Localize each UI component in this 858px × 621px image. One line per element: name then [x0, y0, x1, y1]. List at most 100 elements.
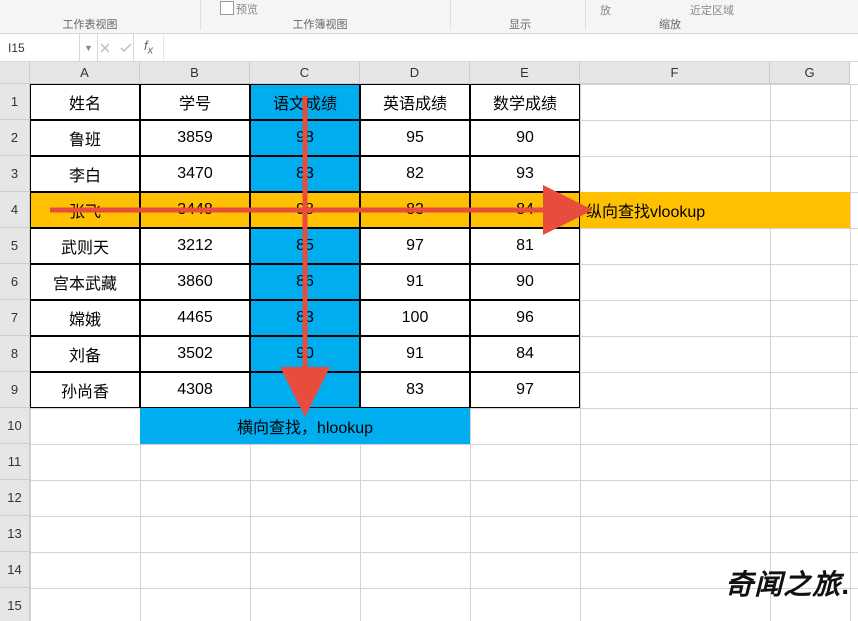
- ribbon-separator: [450, 0, 451, 30]
- name-box[interactable]: I15: [0, 34, 80, 61]
- fx-icon: fx: [144, 38, 153, 57]
- row-header[interactable]: 12: [0, 480, 30, 516]
- row-header[interactable]: 3: [0, 156, 30, 192]
- name-box-dropdown[interactable]: ▼: [80, 34, 98, 61]
- formula-bar: I15 ▼ fx: [0, 34, 858, 62]
- cell[interactable]: 语文成绩: [250, 84, 360, 120]
- cell[interactable]: 数学成绩: [470, 84, 580, 120]
- column-header[interactable]: A: [30, 62, 140, 84]
- cell[interactable]: 86: [250, 264, 360, 300]
- cell[interactable]: 83: [360, 372, 470, 408]
- column-header[interactable]: F: [580, 62, 770, 84]
- select-all-corner[interactable]: [0, 62, 30, 84]
- cell[interactable]: 横向查找，hlookup: [140, 408, 470, 444]
- column-headers: A B C D E F G: [0, 62, 858, 84]
- preview-icon: [220, 1, 234, 15]
- cell[interactable]: 98: [250, 192, 360, 228]
- cell[interactable]: 孙尚香: [30, 372, 140, 408]
- cell[interactable]: 姓名: [30, 84, 140, 120]
- check-icon[interactable]: [120, 43, 132, 53]
- cell[interactable]: 95: [360, 120, 470, 156]
- cell[interactable]: 81: [470, 228, 580, 264]
- ribbon-group-label: 工作簿视图: [293, 16, 348, 32]
- cell[interactable]: 李白: [30, 156, 140, 192]
- watermark: 奇闻之旅.: [725, 563, 850, 603]
- cell[interactable]: 张飞: [30, 192, 140, 228]
- ribbon-group-worksheet-view: 工作表视图: [20, 0, 160, 34]
- cell[interactable]: 83: [360, 192, 470, 228]
- cell[interactable]: 嫦娥: [30, 300, 140, 336]
- cell[interactable]: 83: [250, 156, 360, 192]
- ribbon-group-display: 显示: [470, 0, 570, 34]
- watermark-text: 奇闻之旅: [725, 569, 841, 600]
- cell[interactable]: 3860: [140, 264, 250, 300]
- cell[interactable]: 英语成绩: [360, 84, 470, 120]
- cell[interactable]: 93: [470, 156, 580, 192]
- cell[interactable]: 4465: [140, 300, 250, 336]
- ribbon-separator: [585, 0, 586, 30]
- cell[interactable]: 97: [360, 228, 470, 264]
- cell[interactable]: 96: [470, 300, 580, 336]
- chevron-down-icon: ▼: [84, 43, 93, 53]
- row-header[interactable]: 15: [0, 588, 30, 621]
- cell[interactable]: 84: [470, 192, 580, 228]
- row-header[interactable]: 5: [0, 228, 30, 264]
- cell[interactable]: 98: [250, 120, 360, 156]
- cell[interactable]: 91: [360, 336, 470, 372]
- ribbon-group-label: 缩放: [659, 16, 681, 32]
- cell[interactable]: 3859: [140, 120, 250, 156]
- cell[interactable]: 83: [250, 300, 360, 336]
- cell[interactable]: 90: [470, 264, 580, 300]
- cell[interactable]: 100: [360, 300, 470, 336]
- cell[interactable]: 刘备: [30, 336, 140, 372]
- cell[interactable]: 鲁班: [30, 120, 140, 156]
- row-header[interactable]: 4: [0, 192, 30, 228]
- column-header[interactable]: B: [140, 62, 250, 84]
- formula-action-buttons: [98, 34, 134, 61]
- formula-input[interactable]: [164, 34, 858, 61]
- row-header[interactable]: 6: [0, 264, 30, 300]
- row-header[interactable]: 14: [0, 552, 30, 588]
- cell[interactable]: 85: [250, 228, 360, 264]
- ribbon-group-zoom: 缩放: [600, 0, 740, 34]
- cell[interactable]: 武则天: [30, 228, 140, 264]
- cell[interactable]: 3448: [140, 192, 250, 228]
- cells-area[interactable]: 姓名学号语文成绩英语成绩数学成绩鲁班3859989590李白3470838293…: [30, 84, 858, 621]
- spreadsheet: A B C D E F G 123456789101112131415 姓名学号…: [0, 62, 858, 621]
- row-header[interactable]: 11: [0, 444, 30, 480]
- ribbon: 工作表视图 预览 工作簿视图 显示 放 近定区域 缩放: [0, 0, 858, 34]
- fx-button[interactable]: fx: [134, 34, 164, 61]
- column-header[interactable]: C: [250, 62, 360, 84]
- ribbon-group-label: 显示: [509, 16, 531, 32]
- cell[interactable]: 学号: [140, 84, 250, 120]
- column-header[interactable]: E: [470, 62, 580, 84]
- row-header[interactable]: 2: [0, 120, 30, 156]
- cell[interactable]: 宫本武藏: [30, 264, 140, 300]
- column-header[interactable]: G: [770, 62, 850, 84]
- row-header[interactable]: 13: [0, 516, 30, 552]
- cell[interactable]: 3470: [140, 156, 250, 192]
- row-headers: 123456789101112131415: [0, 84, 30, 621]
- cell[interactable]: 90: [470, 120, 580, 156]
- cell[interactable]: 97: [470, 372, 580, 408]
- row-header[interactable]: 9: [0, 372, 30, 408]
- cell[interactable]: 87: [250, 372, 360, 408]
- row-header[interactable]: 8: [0, 336, 30, 372]
- cell[interactable]: 84: [470, 336, 580, 372]
- row-header[interactable]: 7: [0, 300, 30, 336]
- cell[interactable]: 3502: [140, 336, 250, 372]
- cell[interactable]: 3212: [140, 228, 250, 264]
- cell[interactable]: 90: [250, 336, 360, 372]
- ribbon-group-label: 工作表视图: [63, 16, 118, 32]
- cell[interactable]: 4308: [140, 372, 250, 408]
- cell[interactable]: 82: [360, 156, 470, 192]
- row-header[interactable]: 10: [0, 408, 30, 444]
- ribbon-separator: [200, 0, 201, 30]
- cell[interactable]: 91: [360, 264, 470, 300]
- column-header[interactable]: D: [360, 62, 470, 84]
- name-box-value: I15: [8, 41, 25, 55]
- cancel-icon[interactable]: [100, 43, 110, 53]
- watermark-dot: .: [841, 569, 850, 600]
- row-header[interactable]: 1: [0, 84, 30, 120]
- cell[interactable]: 纵向查找vlookup: [580, 192, 850, 228]
